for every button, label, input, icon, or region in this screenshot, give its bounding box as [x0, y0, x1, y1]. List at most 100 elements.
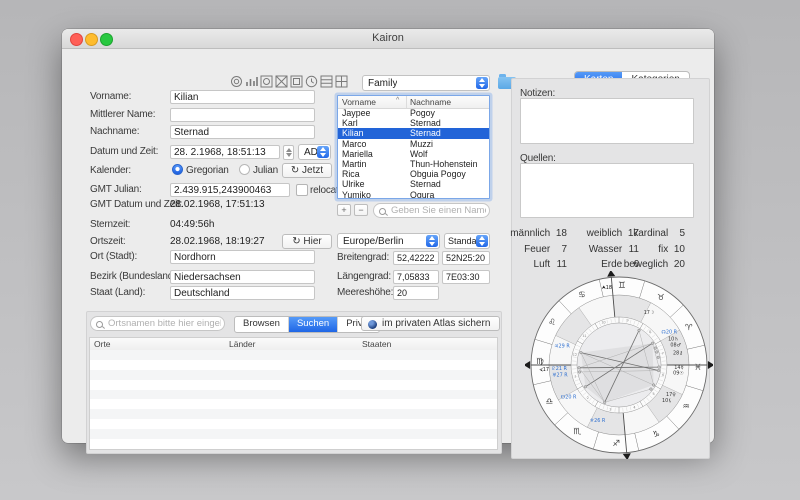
names-table-row[interactable]: Karl Sternad [338, 118, 489, 128]
save-atlas-label: im privaten Atlas sichern [382, 318, 491, 329]
vorname-field[interactable] [170, 90, 315, 104]
circle-box-icon[interactable] [260, 75, 273, 88]
radio-gregorian[interactable] [172, 164, 183, 175]
names-table-row[interactable]: Mariella Wolf [338, 149, 489, 159]
rows-icon[interactable] [320, 75, 333, 88]
bezirk-label: Bezirk (Bundesland): [90, 271, 179, 282]
era-dropdown[interactable]: AD [298, 144, 331, 160]
names-table-body: Jaypee Pogoy Karl Sternad Kilian Sternad Marco… [338, 108, 489, 198]
gmt-julian-field[interactable] [170, 183, 290, 197]
save-atlas-button[interactable]: im privaten Atlas sichern [361, 316, 500, 331]
places-table-row[interactable] [90, 369, 497, 380]
places-col-staaten[interactable]: Staaten [362, 339, 391, 349]
row-nachname: Sternad [410, 118, 441, 129]
sort-asc-icon: ^ [396, 97, 400, 104]
jetzt-button[interactable]: ↻ Jetzt [282, 163, 332, 178]
quellen-textarea[interactable] [520, 163, 694, 218]
add-name-button[interactable]: + [337, 204, 351, 216]
svg-text:10: 10 [601, 321, 605, 325]
meereshoehe-field[interactable] [393, 286, 439, 300]
grid-icon[interactable] [335, 75, 348, 88]
nachname-field[interactable] [170, 125, 315, 139]
svg-text:1: 1 [574, 375, 576, 379]
atlas-search-field[interactable]: Ortsnamen bitte hier eingeben [90, 316, 225, 331]
places-table-row[interactable] [90, 429, 497, 440]
cross-box-icon[interactable] [275, 75, 288, 88]
svg-text:♎: ♎ [545, 397, 553, 407]
names-table-row[interactable]: Jaypee Pogoy [338, 108, 489, 118]
atlas-search-icon [96, 320, 103, 328]
atlas-search-placeholder: Ortsnamen bitte hier eingeben [108, 318, 221, 329]
places-table-row[interactable] [90, 379, 497, 390]
laengengrad-dms-field[interactable] [442, 270, 490, 284]
breitengrad-decimal-field[interactable] [393, 251, 439, 265]
search-icon [379, 207, 386, 215]
names-table-row[interactable]: Yumiko Ogura [338, 190, 489, 199]
hier-button[interactable]: ↻ Hier [282, 234, 332, 249]
places-table-row[interactable] [90, 359, 497, 370]
svg-text:♌: ♌ [548, 318, 556, 328]
names-table-row[interactable]: Marco Muzzi [338, 139, 489, 149]
names-col-vorname[interactable]: Vorname [342, 97, 376, 107]
date-stepper[interactable] [283, 145, 294, 160]
places-col-laender[interactable]: Länder [229, 339, 255, 349]
tz-mode-dropdown[interactable]: Standard [444, 233, 490, 249]
laengengrad-decimal-field[interactable] [393, 270, 439, 284]
era-stepper-icon [317, 146, 329, 158]
svg-text:6: 6 [662, 373, 664, 377]
relocate-checkbox[interactable] [296, 184, 308, 196]
meereshoehe-label: Meereshöhe: [337, 287, 394, 298]
window-title: Kairon [372, 32, 404, 44]
name-search-field[interactable]: Geben Sie einen Namen ein [373, 203, 490, 218]
group-dropdown-value: Family [368, 78, 398, 89]
breitengrad-dms-field[interactable] [442, 251, 490, 265]
ort-field[interactable] [170, 250, 315, 264]
svg-text:♋: ♋ [578, 290, 586, 300]
row-nachname: Muzzi [410, 138, 433, 149]
mittlerer-name-label: Mittlerer Name: [90, 109, 156, 120]
svg-text:7: 7 [662, 351, 664, 355]
chart-wheel-icon[interactable] [230, 75, 243, 88]
svg-text:♒: ♒ [682, 402, 690, 412]
places-col-orte[interactable]: Orte [94, 339, 111, 349]
stat-kardinal: kardinal 5 [633, 228, 685, 239]
datum-zeit-label: Datum und Zeit: [90, 146, 159, 157]
kalender-label: Kalender: [90, 165, 132, 176]
names-table-row[interactable]: Rica Obguia Pogoy [338, 169, 489, 179]
names-table-row[interactable]: Kilian Sternad [338, 128, 489, 139]
segment-suchen[interactable]: Suchen [288, 317, 339, 332]
column-divider[interactable] [406, 96, 407, 108]
staat-field[interactable] [170, 286, 315, 300]
names-col-nachname[interactable]: Nachname [410, 97, 451, 107]
svg-text:3: 3 [609, 407, 611, 411]
places-table-row[interactable] [90, 350, 497, 360]
svg-text:♏: ♏ [573, 427, 581, 437]
svg-text:12: 12 [573, 353, 577, 357]
mittlerer-name-field[interactable] [170, 108, 315, 122]
places-table-row[interactable] [90, 399, 497, 410]
radio-julian[interactable] [239, 164, 250, 175]
notizen-textarea[interactable] [520, 98, 694, 144]
group-dropdown[interactable]: Family [362, 75, 490, 91]
remove-name-button[interactable]: − [354, 204, 368, 216]
names-table-row[interactable]: Ulrike Sternad [338, 179, 489, 189]
svg-text:8: 8 [649, 330, 651, 334]
bezirk-field[interactable] [170, 270, 315, 284]
svg-text:28⚷: 28⚷ [673, 351, 683, 357]
row-nachname: Sternad [410, 128, 441, 139]
timezone-value: Europe/Berlin [343, 236, 404, 247]
svg-text:⮝18: ⮝18 [602, 285, 612, 291]
places-table-row[interactable] [90, 439, 497, 449]
places-table-row[interactable] [90, 419, 497, 430]
datum-zeit-field[interactable] [170, 145, 280, 159]
places-table-row[interactable] [90, 389, 497, 400]
bar-chart-icon[interactable] [245, 75, 258, 88]
names-table-row[interactable]: Martin Thun-Hohenstein [338, 159, 489, 169]
frame-box-icon[interactable] [290, 75, 303, 88]
places-table-row[interactable] [90, 409, 497, 420]
timezone-dropdown[interactable]: Europe/Berlin [337, 233, 440, 249]
segment-browsen[interactable]: Browsen [235, 317, 289, 332]
stat-fix: fix 10 [658, 243, 685, 255]
title-bar[interactable]: Kairon [62, 29, 714, 49]
clock-icon[interactable] [305, 75, 318, 88]
